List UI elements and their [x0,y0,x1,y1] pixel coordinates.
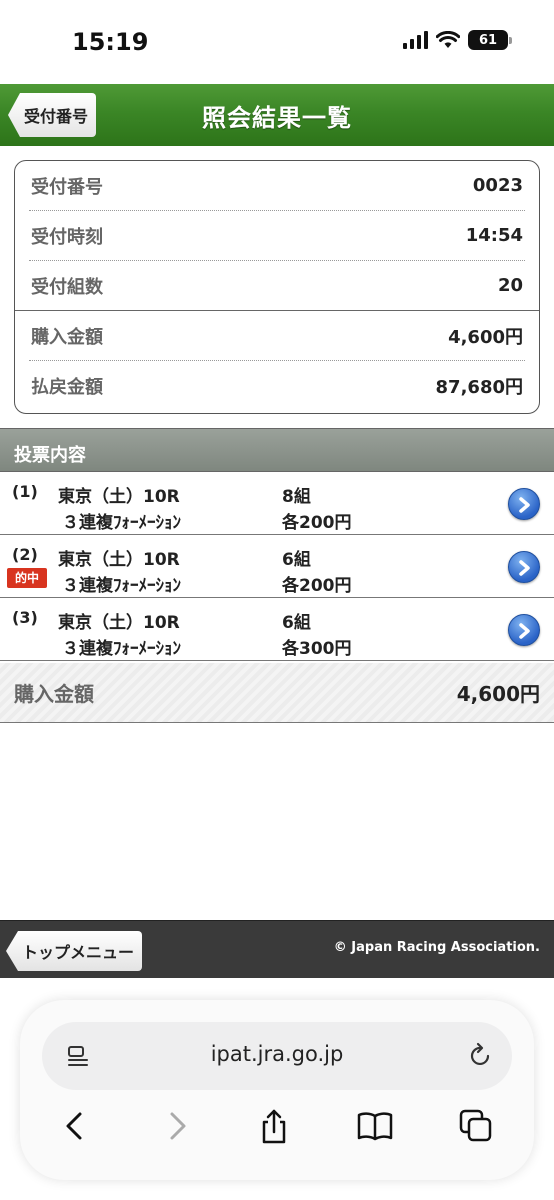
bet-number: (2) [12,545,38,564]
bet-number: (3) [12,608,38,627]
summary-row-purchase-amount: 購入金額 4,600円 [29,311,525,361]
reload-icon[interactable] [468,1042,494,1070]
browser-toolbar: ipat.jra.go.jp [20,1000,534,1180]
summary-value: 0023 [472,175,523,196]
bet-type: ３連複ﾌｫｰﾒｰｼｮﾝ [62,513,181,533]
summary-value: 87,680円 [435,377,523,398]
bet-race: 東京（土）10R [58,487,180,507]
summary-label: 購入金額 [31,326,103,348]
summary-label: 払戻金額 [31,377,103,398]
detail-arrow-icon[interactable] [508,551,540,583]
summary-row-receipt-number: 受付番号 0023 [29,161,525,211]
bet-combos: 6組 [282,550,311,570]
forward-icon[interactable] [164,1108,190,1144]
url-text: ipat.jra.go.jp [210,1042,344,1066]
cellular-signal-icon [403,31,428,49]
address-bar[interactable]: ipat.jra.go.jp [42,1022,512,1090]
wifi-icon [436,31,460,48]
summary-label: 受付時刻 [31,226,103,248]
bet-row[interactable]: (1) 東京（土）10R ３連複ﾌｫｰﾒｰｼｮﾝ 8組 各200円 [0,472,554,535]
copyright-text: © Japan Racing Association. [333,940,540,955]
summary-row-receipt-count: 受付組数 20 [15,261,539,311]
back-icon[interactable] [62,1108,88,1144]
share-icon[interactable] [258,1108,290,1146]
summary-value: 20 [497,275,523,296]
section-header-vote-contents: 投票内容 [0,428,554,472]
bet-row[interactable]: (3) 東京（土）10R ３連複ﾌｫｰﾒｰｼｮﾝ 6組 各300円 [0,598,554,661]
bet-number: (1) [12,482,38,501]
app-header: 受付番号 照会結果一覧 [0,84,554,146]
bet-race: 東京（土）10R [58,550,180,570]
total-label: 購入金額 [14,682,94,706]
status-bar: 15:19 61 [0,0,554,84]
page-title: 照会結果一覧 [202,104,352,132]
bet-type: ３連複ﾌｫｰﾒｰｼｮﾝ [62,639,181,659]
summary-row-payout-amount: 払戻金額 87,680円 [15,361,539,411]
bet-combos: 6組 [282,613,311,633]
purchase-total-row: 購入金額 4,600円 [0,663,554,723]
total-value: 4,600円 [456,682,540,706]
bookmarks-icon[interactable] [356,1108,394,1144]
top-menu-button[interactable]: トップメニュー [6,931,143,971]
footer-bar: トップメニュー © Japan Racing Association. [0,920,554,978]
bet-each-amount: 各200円 [282,576,352,596]
summary-label: 受付組数 [31,276,103,298]
status-time: 15:19 [72,28,149,56]
hit-badge: 的中 [7,568,47,588]
summary-row-receipt-time: 受付時刻 14:54 [29,211,525,261]
battery-icon: 61 [468,30,512,50]
bet-combos: 8組 [282,487,311,507]
bet-each-amount: 各300円 [282,639,352,659]
summary-label: 受付番号 [31,176,103,198]
bet-race: 東京（土）10R [58,613,180,633]
bet-each-amount: 各200円 [282,513,352,533]
summary-card: 受付番号 0023 受付時刻 14:54 受付組数 20 購入金額 4,600円… [14,160,540,414]
status-icons: 61 [403,30,512,50]
summary-value: 4,600円 [448,326,523,348]
browser-nav-toolbar [20,1108,534,1158]
detail-arrow-icon[interactable] [508,614,540,646]
detail-arrow-icon[interactable] [508,488,540,520]
tabs-icon[interactable] [458,1108,494,1144]
summary-value: 14:54 [465,225,523,246]
bet-list: (1) 東京（土）10R ３連複ﾌｫｰﾒｰｼｮﾝ 8組 各200円 (2) 的中… [0,472,554,661]
bet-row[interactable]: (2) 的中 東京（土）10R ３連複ﾌｫｰﾒｰｼｮﾝ 6組 各200円 [0,535,554,598]
bet-type: ３連複ﾌｫｰﾒｰｼｮﾝ [62,576,181,596]
